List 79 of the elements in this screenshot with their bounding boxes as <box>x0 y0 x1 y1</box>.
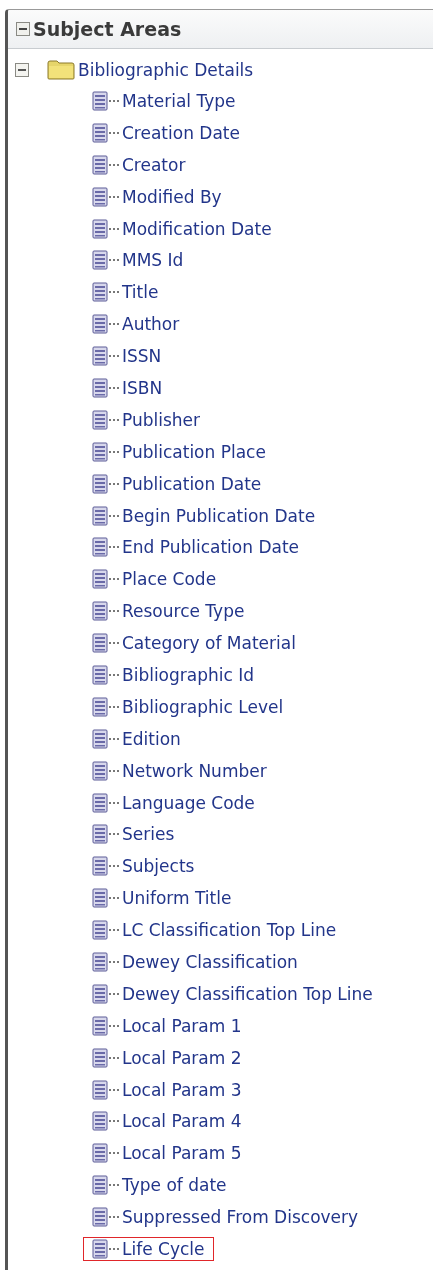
column-item[interactable]: Modification Date <box>83 216 281 241</box>
column-icon <box>92 1239 108 1259</box>
column-item[interactable]: Life Cycle <box>83 1237 214 1261</box>
column-icon <box>92 569 108 590</box>
column-item[interactable]: Local Param 1 <box>83 1013 251 1038</box>
column-item[interactable]: Material Type <box>83 88 245 113</box>
column-item[interactable]: Resource Type <box>83 599 254 624</box>
column-item[interactable]: Local Param 2 <box>83 1045 251 1070</box>
column-icon <box>92 824 108 845</box>
column-icon <box>92 186 108 207</box>
column-icon <box>92 601 108 622</box>
column-icon <box>92 441 108 462</box>
column-item[interactable]: Bibliographic Level <box>83 694 293 719</box>
column-item[interactable]: MMS Id <box>83 248 193 273</box>
panel-title: Subject Areas <box>33 18 182 40</box>
column-icon <box>92 856 108 877</box>
column-item[interactable]: Local Param 3 <box>83 1077 251 1102</box>
column-item[interactable]: Category of Material <box>83 631 305 656</box>
column-item[interactable]: Creation Date <box>83 120 249 145</box>
column-item[interactable]: ISSN <box>83 344 171 369</box>
column-icon <box>92 90 108 111</box>
collapse-icon[interactable] <box>15 63 29 77</box>
column-icon <box>92 122 108 143</box>
column-icon <box>92 505 108 526</box>
column-item[interactable]: Dewey Classification Top Line <box>83 981 382 1006</box>
column-icon <box>92 1015 108 1036</box>
column-icon <box>92 664 108 685</box>
column-item[interactable]: End Publication Date <box>83 535 309 560</box>
column-icon <box>92 218 108 239</box>
column-icon <box>92 1111 108 1132</box>
column-item[interactable]: LC Classification Top Line <box>83 918 346 943</box>
column-icon <box>92 633 108 654</box>
column-icon <box>92 952 108 972</box>
column-item[interactable]: Publisher <box>83 407 210 432</box>
column-item[interactable]: Uniform Title <box>83 886 241 911</box>
column-item[interactable]: Edition <box>83 726 190 751</box>
collapse-icon[interactable] <box>16 22 30 36</box>
column-item[interactable]: Local Param 5 <box>83 1141 251 1166</box>
column-icon <box>92 696 108 717</box>
column-icon <box>92 728 108 749</box>
column-icon <box>92 1207 108 1228</box>
column-icon <box>92 1079 108 1100</box>
column-icon <box>92 377 108 398</box>
column-icon <box>92 1175 108 1196</box>
column-item[interactable]: Series <box>83 822 184 847</box>
column-item[interactable]: Network Number <box>83 758 276 783</box>
column-icon <box>92 282 108 303</box>
column-icon <box>92 1047 108 1068</box>
column-icon <box>92 154 108 175</box>
column-item[interactable]: Author <box>83 312 189 337</box>
column-item[interactable]: Place Code <box>83 567 226 592</box>
column-item[interactable]: Modified By <box>83 184 231 209</box>
column-item[interactable]: Bibliographic Id <box>83 662 264 687</box>
column-icon <box>92 920 108 941</box>
column-item[interactable]: Subjects <box>83 854 204 879</box>
column-icon <box>92 792 108 813</box>
column-icon <box>92 314 108 335</box>
column-item[interactable]: Creator <box>83 152 195 177</box>
column-icon <box>92 409 108 430</box>
column-item[interactable]: Begin Publication Date <box>83 503 325 528</box>
column-icon <box>92 1143 108 1164</box>
folder-icon <box>47 60 75 80</box>
column-item[interactable]: Publication Place <box>83 439 275 464</box>
column-item[interactable]: Type of date <box>83 1173 236 1198</box>
column-icon <box>92 888 108 909</box>
column-icon <box>92 250 108 271</box>
column-icon <box>92 983 108 1004</box>
column-item[interactable]: Title <box>83 280 168 305</box>
column-icon <box>92 760 108 781</box>
column-icon <box>92 346 108 367</box>
column-item[interactable]: Dewey Classification <box>83 950 307 974</box>
column-item[interactable]: Language Code <box>83 790 264 815</box>
folder-label[interactable]: Bibliographic Details <box>78 60 254 80</box>
column-icon <box>92 473 108 494</box>
column-icon <box>92 537 108 558</box>
column-item[interactable]: Publication Date <box>83 471 271 496</box>
column-item[interactable]: Local Param 4 <box>83 1109 251 1134</box>
column-item[interactable]: ISBN <box>83 375 172 400</box>
column-item[interactable]: Suppressed From Discovery <box>83 1205 368 1230</box>
